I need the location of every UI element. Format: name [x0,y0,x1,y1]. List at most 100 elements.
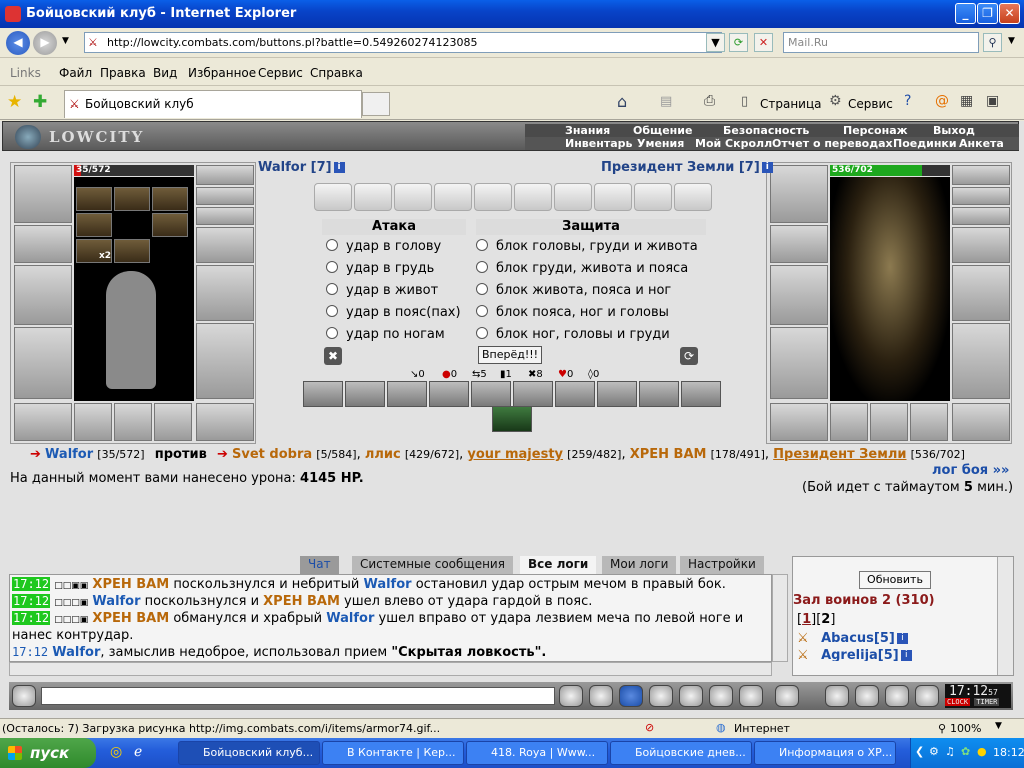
opera-icon[interactable]: ◎ [110,744,122,760]
spell-slot-7[interactable] [114,239,150,263]
scroll-slot-2[interactable] [354,183,392,211]
tab-settings[interactable]: Настройки [680,556,764,574]
minimize-button[interactable]: _ [955,3,976,24]
attack-option-3[interactable]: удар в живот [326,283,438,298]
network-icon[interactable]: ⚙ [929,745,939,758]
bracer-slot[interactable] [14,225,72,263]
people-icon[interactable] [855,685,879,707]
help-icon[interactable]: ? [904,93,911,109]
user-name[interactable]: Abacus[5] [821,631,895,646]
runner-icon[interactable] [679,685,703,707]
boots-slot[interactable] [196,403,254,441]
spell-slot-2[interactable] [114,187,150,211]
bag-icon[interactable] [825,685,849,707]
scroll-slot-1[interactable] [314,183,352,211]
skill-button-6[interactable] [513,381,553,407]
fraction-icon[interactable] [709,685,733,707]
skill-button-10[interactable] [681,381,721,407]
back-button[interactable]: ◀ [6,31,30,55]
ring-slot-3[interactable] [154,403,192,441]
tools-menu[interactable]: Сервис [848,97,893,111]
nav-communication[interactable]: Общение [633,124,692,137]
info-icon[interactable]: i [761,162,773,173]
defense-option-3[interactable]: блок живота, пояса и ног [476,283,671,298]
scroll-slot-6[interactable] [514,183,552,211]
start-button[interactable]: пуск [0,738,96,768]
user-name[interactable]: Agrelija[5] [821,648,899,661]
menu-help[interactable]: Справка [310,66,363,80]
menu-edit[interactable]: Правка [100,66,146,80]
nav-skills[interactable]: Умения [637,137,684,150]
send-icon[interactable] [559,685,583,707]
popup-blocker-icon[interactable]: ⊘ [645,721,654,734]
task-info[interactable]: Информация о ХР... [754,741,896,765]
nav-knowledge[interactable]: Знания [565,124,610,137]
new-tab-button[interactable] [362,92,390,116]
feeds-icon[interactable]: ▤ [660,94,672,109]
volume-icon[interactable]: ♫ [945,745,955,758]
chat-scrollbar[interactable] [772,574,788,662]
vs-me[interactable]: Walfor [45,447,93,462]
zoom-dropdown-icon[interactable]: ▼ [995,721,1002,731]
tab-chat[interactable]: Чат [300,556,339,574]
go-button[interactable]: Вперёд!!! [478,346,542,364]
skill-button-7[interactable] [555,381,595,407]
refresh-button[interactable]: Обновить [859,571,931,589]
add-favorite-icon[interactable]: ✚ [33,92,47,112]
vs-enemy-4[interactable]: ХРЕН ВАМ [630,447,707,462]
defense-option-2[interactable]: блок груди, живота и пояса [476,261,688,276]
radio-icon[interactable] [476,261,488,273]
weapon-slot[interactable] [14,265,72,325]
gloves-slot[interactable] [196,227,254,263]
print-icon[interactable]: ⎙ [704,93,715,109]
address-dropdown-icon[interactable]: ▼ [706,33,725,52]
enemy-avatar[interactable] [830,177,950,401]
enemy-boots-slot[interactable] [952,403,1010,441]
spell-slot-1[interactable] [76,187,112,211]
earring-slot[interactable] [196,187,254,205]
stop-icon[interactable]: ✕ [754,33,773,52]
search-icon[interactable]: ⚲ [983,33,1002,52]
task-roya[interactable]: 418. Roya | Www... [466,741,608,765]
favorites-star-icon[interactable]: ★ [7,92,22,112]
belt-slot[interactable] [14,403,72,441]
attack-option-5[interactable]: удар по ногам [326,327,445,342]
list-scrollbar[interactable] [997,557,1013,675]
skill-button-1[interactable] [303,381,343,407]
nav-security[interactable]: Безопасность [723,124,809,137]
at-icon[interactable]: @ [935,93,949,109]
antivirus-icon[interactable]: ● [977,745,987,758]
shield-slot[interactable] [196,265,254,321]
ring-slot-1[interactable] [74,403,112,441]
search-input[interactable]: Mail.Ru [783,32,979,53]
scroll-slot-3[interactable] [394,183,432,211]
nav-transfers[interactable]: Отчет о переводах [772,137,893,150]
skill-button-4[interactable] [429,381,469,407]
sound-icon[interactable] [739,685,763,707]
zoom-level[interactable]: 100% [950,722,981,735]
radio-icon[interactable] [326,261,338,273]
skill-button-active[interactable] [492,406,532,432]
spell-slot-5[interactable] [152,213,188,237]
enemy-name[interactable]: Президент Земли [7] i [601,160,773,175]
vs-enemy-2[interactable]: ллис [365,447,401,462]
skill-button-9[interactable] [639,381,679,407]
defense-option-5[interactable]: блок ног, головы и груди [476,327,670,342]
vs-enemy-1[interactable]: Svet dobra [232,447,312,462]
menu-view[interactable]: Вид [153,66,177,80]
refresh-combat-icon[interactable]: ⟳ [680,347,698,365]
defense-option-4[interactable]: блок пояса, ног и головы [476,305,669,320]
task-vkontakte[interactable]: В Контакте | Кер... [322,741,464,765]
chat-hscrollbar[interactable] [9,662,772,676]
amulet-slot[interactable] [196,165,254,185]
history-dropdown-icon[interactable]: ▼ [62,36,69,46]
close-button[interactable]: ✕ [999,3,1020,24]
skill-button-2[interactable] [345,381,385,407]
attack-option-4[interactable]: удар в пояс(пах) [326,305,461,320]
radio-icon[interactable] [476,305,488,317]
vs-enemy-5[interactable]: Президент Земли [773,447,906,462]
radio-icon[interactable] [326,239,338,251]
lock-icon[interactable] [885,685,909,707]
enemy-earring-slot[interactable] [952,187,1010,205]
page-menu-icon[interactable]: ▯ [741,94,748,109]
